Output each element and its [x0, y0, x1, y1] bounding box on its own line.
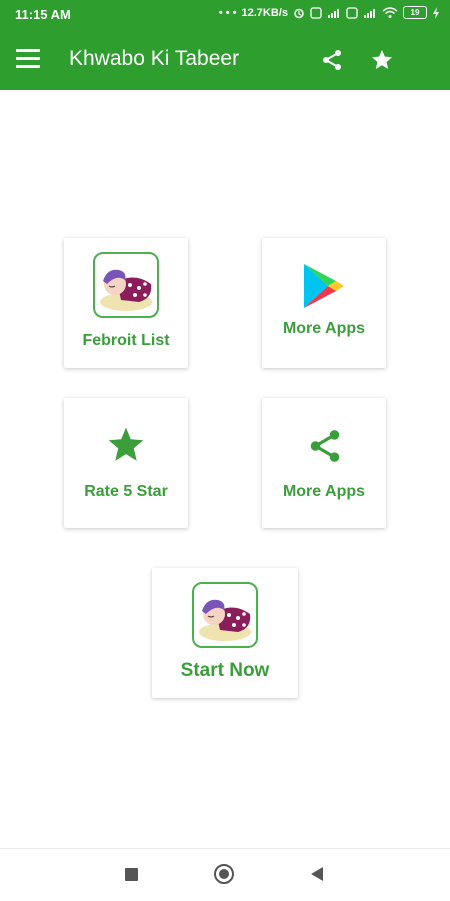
battery-level: 19 — [410, 8, 420, 17]
wifi-icon — [382, 6, 398, 18]
app-bar: Khwabo Ki Tabeer — [0, 30, 450, 90]
network-speed: 12.7KB/s — [241, 6, 288, 19]
alarm-icon — [294, 8, 304, 18]
sleeping-child-icon — [192, 582, 258, 648]
rate-card[interactable]: Rate 5 Star — [64, 398, 188, 528]
dots-icon: • • • — [218, 6, 237, 19]
hd-icon-2 — [346, 6, 358, 19]
recents-button[interactable] — [125, 868, 138, 881]
signal-icon-2 — [364, 8, 375, 18]
charging-icon — [433, 6, 439, 19]
battery-icon: 19 — [403, 6, 427, 19]
more-apps-share-card[interactable]: More Apps — [262, 398, 386, 528]
more-apps-share-label: More Apps — [282, 483, 366, 500]
system-nav-bar — [0, 848, 450, 901]
back-button[interactable] — [310, 866, 324, 882]
play-store-icon — [304, 264, 344, 308]
app-title: Khwabo Ki Tabeer — [69, 47, 240, 70]
hamburger-menu-icon[interactable] — [16, 49, 40, 71]
sleeping-child-icon — [93, 252, 159, 318]
star-icon — [108, 427, 144, 461]
status-bar: 11:15 AM • • • 12.7KB/s 19 — [0, 0, 450, 30]
rate-label: Rate 5 Star — [84, 483, 168, 500]
start-now-card[interactable]: Start Now — [152, 568, 298, 698]
hd-icon — [310, 6, 322, 19]
more-apps-play-label: More Apps — [282, 320, 366, 337]
share-icon[interactable] — [320, 48, 344, 72]
home-button[interactable] — [214, 864, 234, 884]
signal-icon — [328, 8, 339, 18]
more-apps-play-card[interactable]: More Apps — [262, 238, 386, 368]
favorite-list-card[interactable]: Febroit List — [64, 238, 188, 368]
status-icons: • • • 12.7KB/s 19 — [219, 6, 440, 19]
status-time: 11:15 AM — [15, 7, 71, 22]
share-icon — [310, 430, 340, 462]
start-now-label: Start Now — [180, 660, 270, 681]
star-icon[interactable] — [370, 48, 394, 72]
favorite-list-label: Febroit List — [82, 332, 170, 349]
home-dot-icon — [219, 869, 229, 879]
